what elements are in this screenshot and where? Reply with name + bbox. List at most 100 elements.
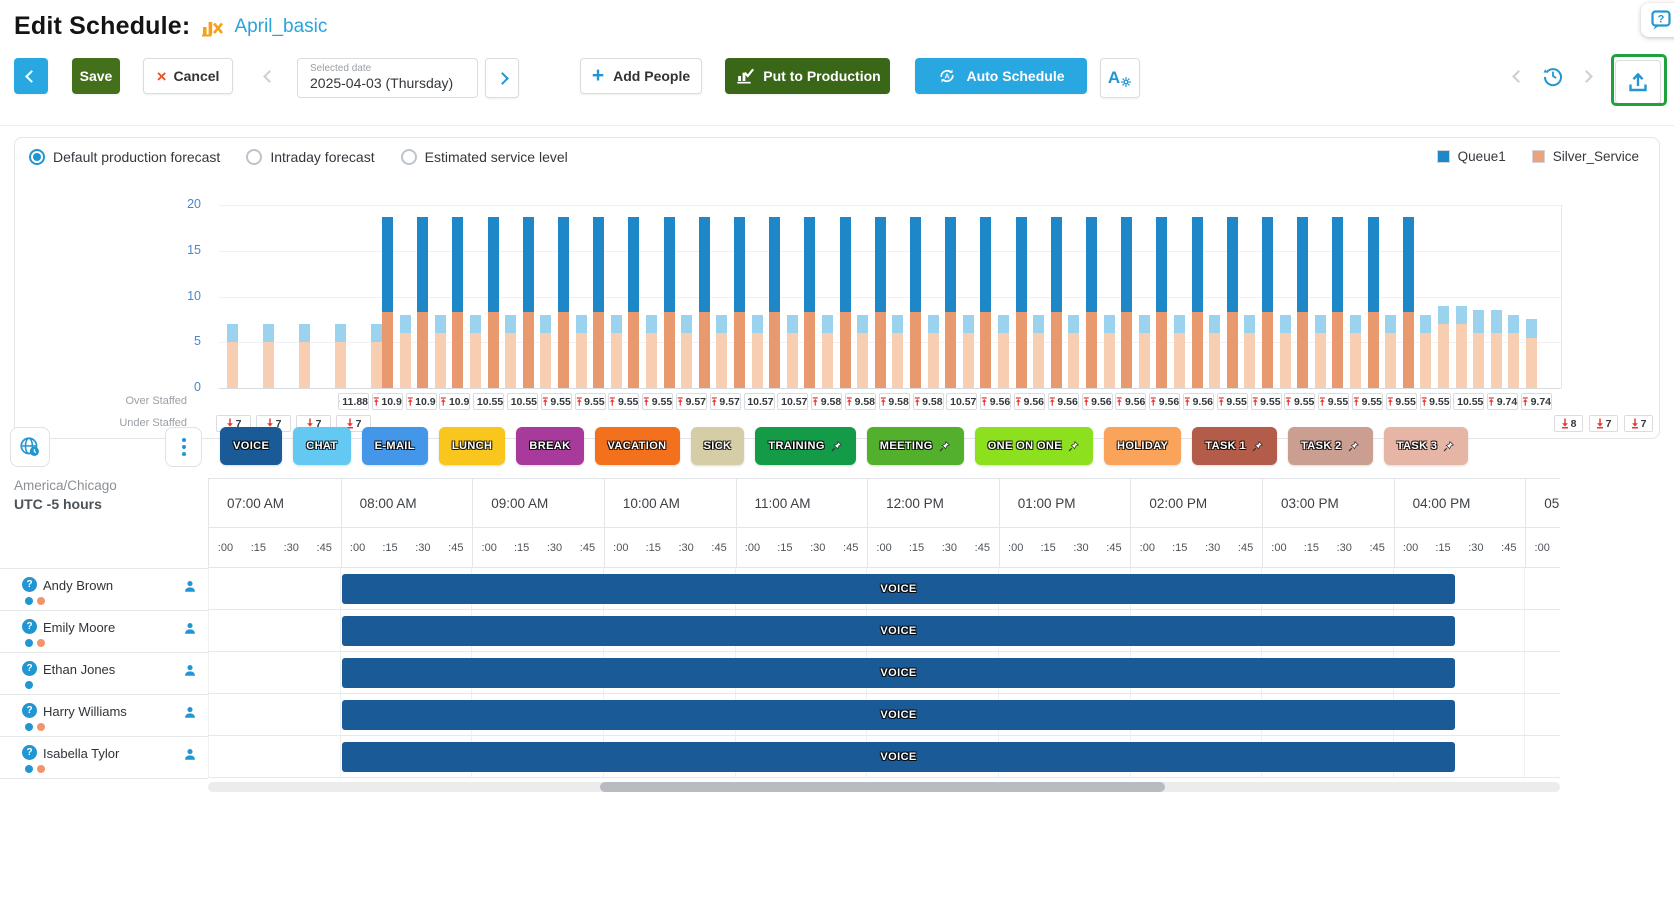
timezone-button[interactable] [10, 427, 50, 467]
shift-bar-voice[interactable]: VOICE [341, 574, 1456, 604]
chart-bar-segment [434, 314, 446, 334]
chart-bar-segment [593, 216, 605, 313]
chart-bar-segment [1279, 314, 1291, 334]
activity-sick[interactable]: SICK [690, 427, 745, 465]
activity-e-mail[interactable]: E-MAIL [361, 427, 428, 465]
chart-bar-segment [1314, 333, 1326, 388]
chart-bar-segment [927, 333, 939, 388]
quarter-tick: :00 [217, 541, 234, 554]
activity-holiday[interactable]: HOLIDAY [1104, 427, 1182, 465]
legend-item-silver-service[interactable]: Silver_Service [1531, 149, 1639, 164]
schedule-menu-button[interactable] [165, 427, 202, 467]
help-widget[interactable]: ? [1641, 3, 1674, 37]
next-date-button[interactable] [485, 58, 519, 98]
plus-icon: + [591, 63, 605, 87]
chart-bar-segment [1068, 333, 1080, 388]
forecast-option-label: Default production forecast [53, 149, 221, 165]
horizontal-scrollbar[interactable] [208, 782, 1560, 792]
chart-bar-segment [1103, 314, 1115, 334]
auto-schedule-button[interactable]: A Auto Schedule [915, 58, 1087, 94]
selected-date-box[interactable]: Selected date 2025-04-03 (Thursday) [297, 58, 478, 98]
chart-bar-segment [452, 216, 464, 313]
shift-bar-voice[interactable]: VOICE [341, 742, 1456, 772]
quarter-tick: :15 [908, 541, 925, 554]
forecast-option-estimated-service-level[interactable]: Estimated service level [400, 149, 568, 165]
activity-dots [25, 765, 45, 773]
over-staffed-arrow-icon [1454, 401, 1456, 402]
chart-bar-segment [1033, 314, 1045, 334]
hour-header-09-00-am: 09:00 AM [472, 479, 604, 527]
question-icon[interactable]: ? [22, 619, 37, 634]
chart-bar-segment [1156, 312, 1168, 388]
over-staffed-value: 9.58 [912, 393, 944, 410]
shift-bar-voice[interactable]: VOICE [341, 658, 1456, 688]
shift-bar-voice[interactable]: VOICE [341, 616, 1456, 646]
chart-bar-segment [769, 312, 781, 388]
question-icon[interactable]: ? [22, 577, 37, 592]
activity-task-3[interactable]: TASK 3 [1383, 427, 1469, 465]
person-icon[interactable] [183, 621, 197, 641]
over-staffed-arrow-icon [1320, 397, 1325, 406]
person-icon[interactable] [183, 705, 197, 725]
over-staffed-value: 10.57 [777, 393, 809, 410]
radio-icon [246, 149, 263, 165]
add-people-button[interactable]: + Add People [580, 58, 702, 94]
over-staffed-value: 9.58 [878, 393, 910, 410]
chart-bar-segment [1402, 216, 1414, 313]
save-button[interactable]: Save [72, 58, 120, 94]
question-icon[interactable]: ? [22, 745, 37, 760]
activity-chat[interactable]: CHAT [293, 427, 351, 465]
person-icon[interactable] [183, 747, 197, 767]
over-staffed-value: 9.55 [642, 393, 674, 410]
over-staffed-arrow-icon [1252, 397, 1258, 406]
person-icon[interactable] [183, 579, 197, 599]
quarter-tick: :45 [974, 541, 990, 554]
chart-bar-segment [399, 333, 411, 388]
previous-date-button[interactable] [253, 58, 285, 94]
legend-item-queue1[interactable]: Queue1 [1436, 149, 1506, 164]
forecast-option-default-production-forecast[interactable]: Default production forecast [29, 149, 220, 165]
activity-break[interactable]: BREAK [516, 427, 584, 465]
chart-bar-segment [1086, 216, 1097, 313]
pin-icon [831, 440, 842, 451]
activity-label: TASK 2 [1301, 440, 1342, 452]
activity-one-on-one[interactable]: ONE ON ONE [974, 427, 1093, 465]
activity-voice[interactable]: VOICE [220, 427, 283, 465]
over-staffed-value: 10.9 [405, 393, 437, 410]
activity-training[interactable]: TRAINING [755, 427, 856, 465]
schedule-name-link[interactable]: April_basic [234, 16, 327, 38]
chart-bar-segment [227, 342, 238, 389]
history-previous-button[interactable] [1504, 58, 1532, 94]
question-icon[interactable]: ? [22, 703, 37, 718]
activity-vacation[interactable]: VACATION [594, 427, 680, 465]
export-button[interactable] [1615, 60, 1661, 104]
back-button[interactable] [14, 58, 48, 94]
over-staffed-value: 9.55 [1216, 393, 1248, 410]
chart-bar-segment [1138, 333, 1150, 388]
history-next-button[interactable] [1572, 58, 1600, 94]
chart-bar-segment [558, 312, 569, 388]
history-button[interactable] [1538, 58, 1568, 94]
over-staffed-arrow-icon [441, 397, 447, 406]
activity-meeting[interactable]: MEETING [866, 427, 964, 465]
activity-task-1[interactable]: TASK 1 [1192, 427, 1277, 465]
employee-name: Emily Moore [43, 620, 116, 635]
chart-bar-segment [1174, 333, 1185, 388]
question-icon[interactable]: ? [22, 661, 37, 676]
over-staffed-arrow-icon [542, 397, 548, 406]
chart-bar-segment [434, 333, 446, 388]
shift-bar-voice[interactable]: VOICE [341, 700, 1456, 730]
quarter-tick: :15 [645, 541, 661, 554]
quarter-tick: :45 [448, 541, 464, 554]
chart-bar-segment [1438, 305, 1449, 324]
cancel-button[interactable]: × Cancel [143, 58, 233, 94]
scrollbar-thumb[interactable] [600, 782, 1165, 792]
over-staffed-arrow-icon [947, 401, 949, 402]
activity-task-2[interactable]: TASK 2 [1288, 427, 1373, 465]
put-to-production-button[interactable]: Put to Production [725, 58, 890, 94]
activity-settings-button[interactable]: A [1100, 58, 1140, 98]
forecast-option-intraday-forecast[interactable]: Intraday forecast [246, 149, 375, 165]
person-icon[interactable] [183, 663, 197, 683]
activity-lunch[interactable]: LUNCH [438, 427, 506, 465]
chart-bar-segment [540, 314, 552, 334]
